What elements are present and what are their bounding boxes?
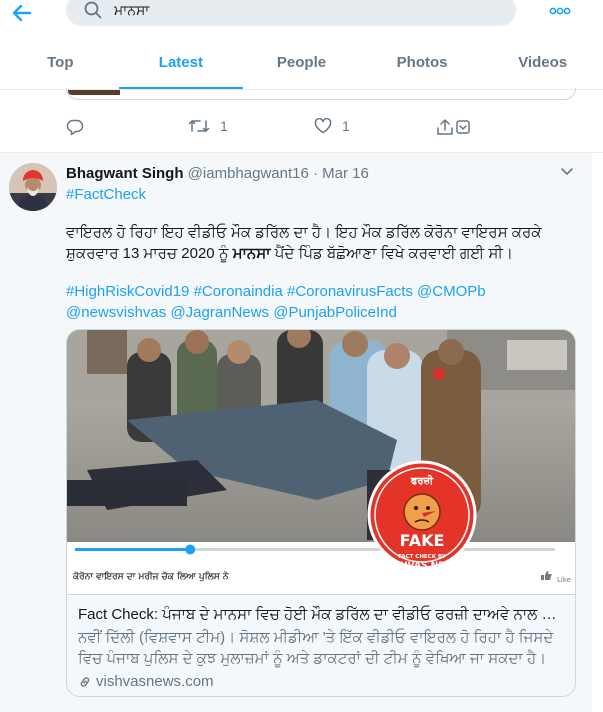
reply-button[interactable] [66,118,84,136]
tweet-date[interactable]: Mar 16 [322,165,369,182]
link-icon [80,676,90,687]
hashtag-link[interactable]: #FactCheck [66,186,146,203]
chevron-down-icon[interactable] [560,167,574,177]
link-card[interactable]: ਕੋਰੋਨਾ ਵਾਇਰਸ ਦਾ ਮਰੀਜ ਚੱਕ ਲਿਆ ਪੁਲਿਸ ਨੇ Li… [66,329,576,697]
previous-tweet-card-edge [66,88,576,100]
more-button[interactable] [548,2,572,20]
card-text-block: Fact Check: ਪੰਜਾਬ ਦੇ ਮਾਨਸਾ ਵਿਚ ਹੋਈ ਮੌਕ ਡ… [67,594,575,696]
back-button[interactable] [8,2,36,24]
retweet-count: 1 [220,118,228,134]
stamp-by-text: FACT CHECK BY [398,554,447,560]
retweet-icon [188,120,210,132]
fake-stamp: ਫਰਜ਼ੀ FAKE FACT CHECK BY VISHVAS NEWS [367,460,477,571]
tweet[interactable]: Bhagwant Singh @iambhagwant16 · Mar 16 #… [0,153,592,712]
stamp-top-text: ਫਰਜ਼ੀ [410,474,434,487]
tweet-header: Bhagwant Singh @iambhagwant16 · Mar 16 [66,165,369,182]
video-progress-knob[interactable] [185,544,196,555]
card-image: ਕੋਰੋਨਾ ਵਾਇਰਸ ਦਾ ਮਰੀਜ ਚੱਕ ਲਿਆ ਪੁਲਿਸ ਨੇ Li… [67,330,575,594]
separator-dot: · [312,165,318,182]
tab-latest[interactable]: Latest [118,40,243,89]
avatar[interactable] [9,163,57,211]
tab-videos[interactable]: Videos [482,40,603,89]
author-handle[interactable]: @iambhagwant16 [188,165,309,182]
card-description: ਨਵੀਂ ਦਿੱਲੀ (ਵਿਸ਼ਵਾਸ ਟੀਮ)। ਸੋਸ਼ਲ ਮੀਡੀਆ 'ਤ… [78,629,554,667]
hashtag-link[interactable]: #CoronavirusFacts [287,283,413,300]
previous-tweet-media-edge [68,90,120,95]
mention-link[interactable]: @PunjabPoliceInd [273,304,397,321]
card-title: Fact Check: ਪੰਜਾਬ ਦੇ ਮਾਨਸਾ ਵਿਚ ਹੋਈ ਮੌਕ ਡ… [78,606,563,623]
card-domain-text: vishvasnews.com [96,673,214,690]
share-icon [437,119,470,135]
author-name[interactable]: Bhagwant Singh [66,165,184,182]
search-box[interactable] [66,0,516,26]
stamp-brand-text: VISHVAS NEWS [383,561,460,571]
retweet-button[interactable]: 1 [188,118,228,134]
tab-photos[interactable]: Photos [362,40,483,89]
tab-people[interactable]: People [241,40,362,89]
previous-tweet-actions: 1 1 [66,118,486,138]
card-domain: vishvasnews.com [78,673,563,690]
card-video-frame: ਕੋਰੋਨਾ ਵਾਇਰਸ ਦਾ ਮਰੀਜ ਚੱਕ ਲਿਆ ਪੁਲਿਸ ਨੇ Li… [67,330,575,594]
tweet-text: ਵਾਇਰਲ ਹੋ ਰਿਹਾ ਇਹ ਵੀਡੀਓ ਮੌਕ ਡਰਿੱਲ ਦਾ ਹੈ। … [66,222,578,264]
search-tabs: Top Latest People Photos Videos [0,40,603,90]
tab-top[interactable]: Top [0,40,121,89]
mention-link[interactable]: @CMOPb [417,283,486,300]
top-bar [0,0,603,40]
like-icon [314,118,332,134]
back-arrow-icon [12,4,32,22]
mention-link[interactable]: @newsvishvas [66,304,166,321]
more-icon [549,7,571,15]
search-input[interactable] [114,2,474,18]
reply-icon [66,119,84,136]
video-like-label: Like [557,576,571,584]
tweet-tags: #HighRiskCovid19 #Coronaindia #Coronavir… [66,281,578,323]
video-progress-fill [75,548,191,551]
like-count: 1 [342,118,350,134]
stamp-word: FAKE [400,531,445,550]
mention-link[interactable]: @JagranNews [170,304,269,321]
avatar-image [9,163,57,211]
like-button[interactable]: 1 [314,118,350,134]
search-icon [84,1,102,19]
hashtag-link[interactable]: #HighRiskCovid19 [66,283,189,300]
share-button[interactable] [436,118,476,136]
tweet-text-bold: ਮਾਨਸਾ [232,245,271,262]
tweet-text-part: ਪੈਂਦੇ ਪਿੰਡ ਬੱਛੋਆਣਾ ਵਿਖੇ ਕਰਵਾਈ ਗਈ ਸੀ। [270,245,513,262]
hashtag-link[interactable]: #Coronaindia [194,283,283,300]
